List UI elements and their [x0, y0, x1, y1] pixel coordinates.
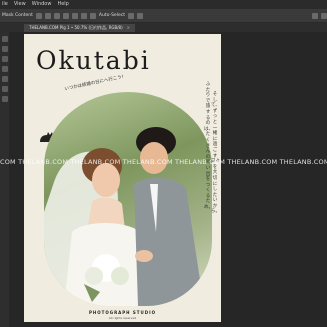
vertical-text-2: そして、ずっと一緒に過ごす日々を大切にしたいから。: [211, 92, 220, 215]
align-middle-icon[interactable]: [80, 12, 87, 19]
auto-select-toggle[interactable]: Auto-Select: [99, 13, 125, 18]
document-tab[interactable]: THELANB.COM Plg 1 • 50.7% (日付作品, RGB/8) ×: [24, 24, 136, 32]
menu-help[interactable]: Help: [57, 0, 68, 9]
couple-photo: [44, 92, 212, 306]
crop-tool-icon[interactable]: [2, 66, 8, 72]
text-tool-icon[interactable]: [2, 96, 8, 102]
poster-title: Okutabi: [36, 46, 151, 75]
tools-panel: [0, 32, 10, 327]
menu-file[interactable]: ile: [2, 0, 8, 9]
align-left-icon[interactable]: [35, 12, 42, 19]
align-top-icon[interactable]: [71, 12, 78, 19]
studio-brand: PHOTOGRAPH STUDIO: [88, 310, 156, 315]
menu-window[interactable]: Window: [32, 0, 52, 9]
document-tab-bar: THELANB.COM Plg 1 • 50.7% (日付作品, RGB/8) ×: [0, 23, 327, 32]
studio-subline: All rights reserved: [108, 316, 137, 320]
move-tool-icon[interactable]: [2, 36, 8, 42]
distribute-icon[interactable]: [62, 12, 69, 19]
menu-view[interactable]: View: [14, 0, 26, 9]
align-right-icon[interactable]: [53, 12, 60, 19]
couple-illustration: [44, 127, 204, 306]
options-bar: Mask Content Auto-Select: [0, 9, 327, 23]
poster-canvas[interactable]: Okutabi いつかは結婚の日にへ行こう! ふたりで旅するのは、たくさんの思い…: [24, 34, 221, 322]
mask-content-button[interactable]: Mask Content: [2, 13, 33, 18]
transform-icon[interactable]: [127, 12, 134, 19]
workspace-icon[interactable]: [321, 12, 327, 19]
align-center-icon[interactable]: [44, 12, 51, 19]
close-icon[interactable]: ×: [127, 25, 130, 30]
mode-3d-icon[interactable]: [136, 12, 143, 19]
menu-bar: ile View Window Help: [0, 0, 327, 9]
align-bottom-icon[interactable]: [89, 12, 96, 19]
document-tab-label: THELANB.COM Plg 1 • 50.7% (日付作品, RGB/8): [29, 25, 123, 30]
lasso-tool-icon[interactable]: [2, 56, 8, 62]
search-icon[interactable]: [312, 12, 318, 19]
watermark-overlay: COM THELANB.COM THELANB.COM THELANB.COM …: [0, 158, 327, 166]
poster-subtitle: いつかは結婚の日にへ行こう!: [64, 74, 125, 93]
eraser-tool-icon[interactable]: [2, 86, 8, 92]
brush-tool-icon[interactable]: [2, 76, 8, 82]
marquee-tool-icon[interactable]: [2, 46, 8, 52]
